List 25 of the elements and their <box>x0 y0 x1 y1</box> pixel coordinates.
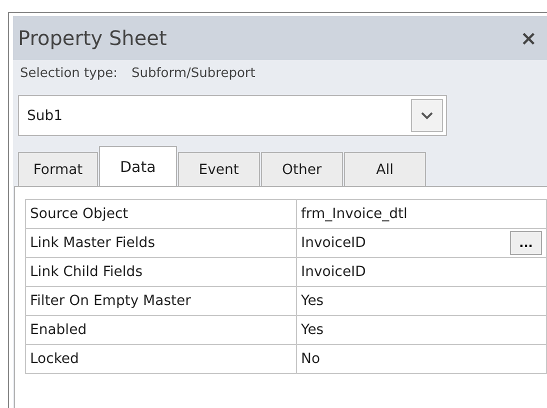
tab[interactable]: All <box>344 152 426 186</box>
builder-button[interactable]: ... <box>510 231 542 255</box>
tab[interactable]: Other <box>260 152 343 186</box>
object-dropdown[interactable]: Sub1 <box>18 95 447 136</box>
selection-type-label: Selection type: <box>20 66 118 81</box>
property-value[interactable]: No <box>296 344 546 374</box>
property-name: Enabled <box>26 316 296 344</box>
property-value[interactable]: Yes <box>296 316 546 344</box>
close-button[interactable]: × <box>520 26 537 50</box>
property-name: Link Child Fields <box>26 258 296 286</box>
property-name: Link Master Fields <box>26 228 296 258</box>
selection-type-value: Subform/Subreport <box>131 66 256 81</box>
dropdown-button[interactable] <box>411 99 443 132</box>
tab[interactable]: Format <box>18 152 98 186</box>
property-value[interactable]: Yes <box>296 286 546 316</box>
tab[interactable]: Event <box>178 152 260 186</box>
property-value[interactable]: InvoiceID <box>296 258 546 286</box>
property-name: Source Object <box>26 200 296 228</box>
property-name: Locked <box>26 344 296 374</box>
property-value[interactable]: frm_Invoice_dtl <box>296 200 546 228</box>
window-title: Property Sheet <box>18 26 167 50</box>
property-name: Filter On Empty Master <box>26 286 296 316</box>
chevron-down-icon <box>421 112 433 120</box>
property-value[interactable]: InvoiceID <box>301 235 366 251</box>
tab[interactable]: Data <box>99 146 177 186</box>
